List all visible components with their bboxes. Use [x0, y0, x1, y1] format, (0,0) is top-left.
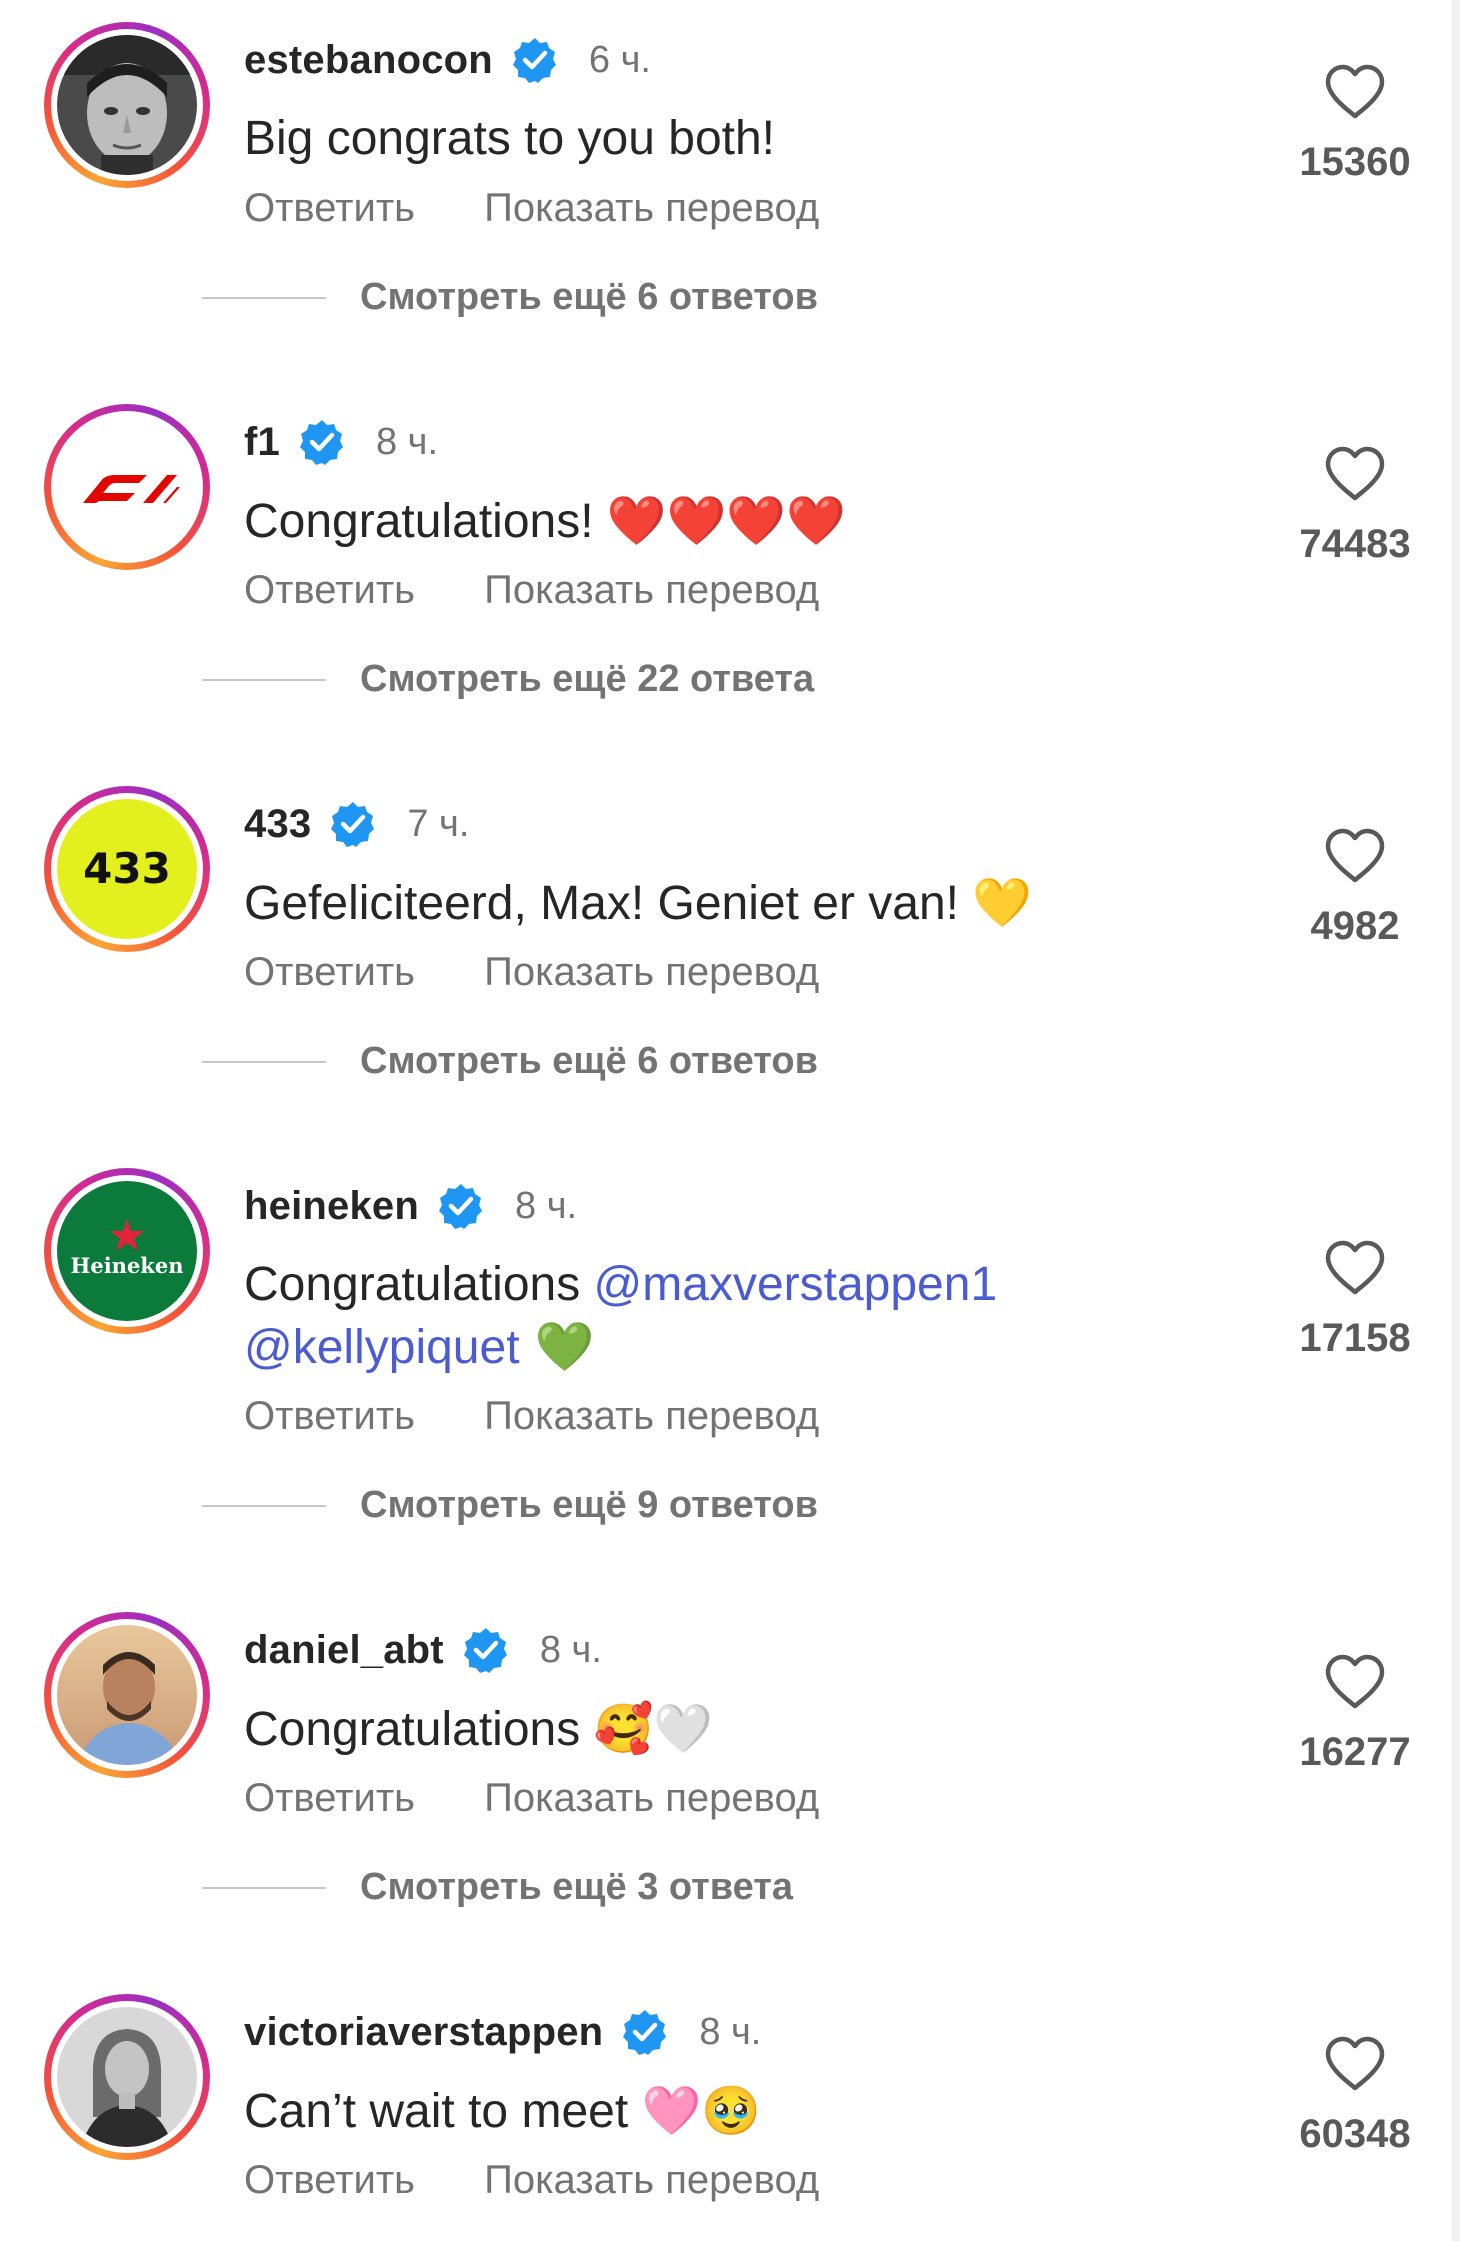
view-replies-button[interactable]: Смотреть ещё 6 ответов — [202, 276, 818, 319]
replies-divider — [202, 1060, 326, 1063]
replies-divider — [202, 1504, 326, 1507]
view-replies-label: Смотреть ещё 22 ответа — [360, 658, 815, 700]
view-replies-button[interactable]: Смотреть ещё 22 ответа — [202, 658, 814, 701]
story-ring[interactable]: 433 — [44, 786, 210, 952]
view-replies-button[interactable]: Смотреть ещё 6 ответов — [202, 1040, 818, 1083]
comment-text: Gefeliciteerd, Max! Geniet er van! 💛 — [244, 875, 1033, 931]
avatar[interactable] — [57, 417, 197, 557]
like-count: 4982 — [1310, 904, 1400, 948]
heart-icon[interactable] — [1324, 1240, 1386, 1296]
story-ring[interactable] — [44, 1994, 210, 2160]
view-replies-label: Смотреть ещё 9 ответов — [360, 1484, 818, 1526]
verified-badge-icon — [462, 1626, 510, 1674]
view-replies-button[interactable]: Смотреть ещё 3 ответа — [202, 1866, 793, 1909]
view-replies-label: Смотреть ещё 3 ответа — [360, 1866, 793, 1908]
replies-divider — [202, 296, 326, 299]
like-count: 60348 — [1299, 2112, 1411, 2156]
username[interactable]: heineken — [244, 1184, 419, 1229]
reply-button[interactable]: Ответить — [244, 186, 415, 230]
heart-icon[interactable] — [1324, 1654, 1386, 1710]
comment-time: 8 ч. — [515, 1184, 578, 1227]
show-translation-button[interactable]: Показать перевод — [484, 568, 819, 612]
comment-item: estebanocon 6 ч. Big congrats to you bot… — [0, 0, 1460, 382]
verified-badge-icon — [437, 1182, 485, 1230]
reply-button[interactable]: Ответить — [244, 568, 415, 612]
verified-badge-icon — [511, 36, 559, 84]
comment-time: 6 ч. — [588, 38, 651, 81]
reply-button[interactable]: Ответить — [244, 1394, 415, 1438]
show-translation-button[interactable]: Показать перевод — [484, 1394, 819, 1438]
like-count: 17158 — [1299, 1316, 1411, 1360]
heart-icon[interactable] — [1324, 828, 1386, 884]
like-count: 15360 — [1299, 140, 1411, 184]
heart-icon[interactable] — [1324, 64, 1386, 120]
replies-divider — [202, 1886, 326, 1889]
username[interactable]: 433 — [244, 802, 311, 847]
username[interactable]: f1 — [244, 420, 280, 465]
mention-link[interactable]: @kellypiquet — [244, 1321, 520, 1374]
verified-badge-icon — [298, 418, 346, 466]
show-translation-button[interactable]: Показать перевод — [484, 950, 819, 994]
story-ring[interactable] — [44, 1612, 210, 1778]
comment-time: 8 ч. — [375, 420, 439, 463]
comment-item: daniel_abt 8 ч. Congratulations 🥰🤍 Ответ… — [0, 1590, 1460, 1972]
story-ring[interactable] — [44, 404, 210, 570]
like-count: 74483 — [1299, 522, 1411, 566]
view-replies-label: Смотреть ещё 6 ответов — [360, 1040, 818, 1082]
replies-divider — [202, 678, 326, 681]
heart-icon[interactable] — [1324, 446, 1386, 502]
verified-badge-icon — [621, 2008, 669, 2056]
comment-item: f1 8 ч. Congratulations! ❤️❤️❤️❤️ Ответи… — [0, 382, 1460, 764]
like-count: 16277 — [1299, 1730, 1411, 1774]
username[interactable]: daniel_abt — [244, 1628, 444, 1673]
story-ring[interactable]: Heineken — [44, 1168, 210, 1334]
username[interactable]: estebanocon — [244, 38, 493, 83]
comment-item: Heineken heineken 8 ч. Congratulations @… — [0, 1146, 1460, 1590]
show-translation-button[interactable]: Показать перевод — [484, 2158, 819, 2202]
avatar[interactable] — [57, 2007, 197, 2147]
reply-button[interactable]: Ответить — [244, 950, 415, 994]
comment-time: 8 ч. — [699, 2010, 762, 2053]
username[interactable]: victoriaverstappen — [244, 2010, 603, 2055]
view-replies-label: Смотреть ещё 6 ответов — [360, 276, 818, 318]
svg-text:433: 433 — [83, 844, 171, 893]
avatar[interactable] — [57, 1625, 197, 1765]
avatar[interactable] — [57, 35, 197, 175]
comment-text: Big congrats to you both! — [244, 112, 775, 165]
svg-text:Heineken: Heineken — [71, 1253, 184, 1278]
show-translation-button[interactable]: Показать перевод — [484, 1776, 819, 1820]
comment-time: 7 ч. — [407, 802, 470, 845]
show-translation-button[interactable]: Показать перевод — [484, 186, 819, 230]
comment-text: Can’t wait to meet 🩷🥹 — [244, 2083, 762, 2139]
comment-time: 8 ч. — [539, 1628, 602, 1671]
heart-icon[interactable] — [1324, 2036, 1386, 2092]
avatar[interactable]: 433 — [57, 799, 197, 939]
comment-text: Congratulations 🥰🤍 — [244, 1701, 714, 1757]
mention-link[interactable]: @maxverstappen1 — [594, 1258, 998, 1311]
comment-item: victoriaverstappen 8 ч. Can’t wait to me… — [0, 1972, 1460, 2241]
reply-button[interactable]: Ответить — [244, 2158, 415, 2202]
comment-text: Congratulations @maxverstappen1 @kellypiq… — [244, 1258, 998, 1375]
story-ring[interactable] — [44, 22, 210, 188]
comment-text: Congratulations! ❤️❤️❤️❤️ — [244, 493, 846, 549]
verified-badge-icon — [329, 800, 377, 848]
avatar[interactable]: Heineken — [57, 1181, 197, 1321]
comment-item: 433 433 7 ч. Gefeliciteerd, Max! Geniet … — [0, 764, 1460, 1146]
reply-button[interactable]: Ответить — [244, 1776, 415, 1820]
view-replies-button[interactable]: Смотреть ещё 9 ответов — [202, 1484, 818, 1527]
